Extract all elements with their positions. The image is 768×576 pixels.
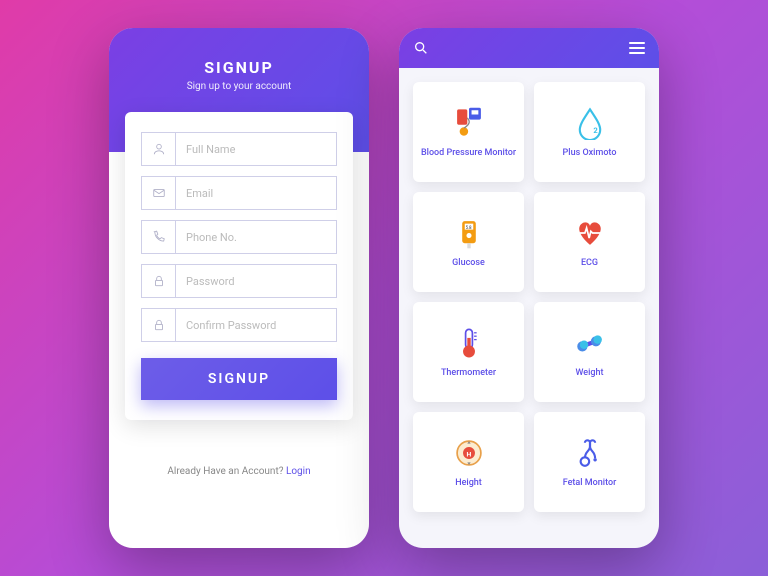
phone-field[interactable] bbox=[141, 220, 337, 254]
top-bar bbox=[399, 28, 659, 68]
lock-icon bbox=[142, 309, 176, 341]
signup-button[interactable]: SIGNUP bbox=[141, 358, 337, 400]
fullname-input[interactable] bbox=[176, 133, 336, 165]
password-input[interactable] bbox=[176, 265, 336, 297]
tile-label: Blood Pressure Monitor bbox=[421, 148, 516, 158]
phone-input[interactable] bbox=[176, 221, 336, 253]
signup-form: SIGNUP bbox=[125, 112, 353, 420]
confirm-password-field[interactable] bbox=[141, 308, 337, 342]
fullname-field[interactable] bbox=[141, 132, 337, 166]
password-field[interactable] bbox=[141, 264, 337, 298]
tile-label: Weight bbox=[575, 368, 603, 378]
glucose-icon: 5.8 bbox=[452, 216, 486, 250]
lock-icon bbox=[142, 265, 176, 297]
tile-ecg[interactable]: ECG bbox=[534, 192, 645, 292]
tile-thermometer[interactable]: Thermometer bbox=[413, 302, 524, 402]
weight-icon bbox=[573, 326, 607, 360]
user-icon bbox=[142, 133, 176, 165]
tile-glucose[interactable]: 5.8 Glucose bbox=[413, 192, 524, 292]
tile-label: Height bbox=[455, 478, 482, 488]
fetal-icon bbox=[573, 436, 607, 470]
signup-title: SIGNUP bbox=[129, 58, 349, 77]
dashboard-screen: Blood Pressure Monitor 2 Plus Oximoto 5.… bbox=[399, 28, 659, 548]
ecg-icon bbox=[573, 216, 607, 250]
email-input[interactable] bbox=[176, 177, 336, 209]
tile-weight[interactable]: Weight bbox=[534, 302, 645, 402]
oxygen-icon: 2 bbox=[573, 106, 607, 140]
thermometer-icon bbox=[452, 326, 486, 360]
svg-text:5.8: 5.8 bbox=[465, 226, 472, 231]
login-link[interactable]: Login bbox=[286, 466, 311, 477]
tile-label: Glucose bbox=[452, 258, 485, 268]
phone-icon bbox=[142, 221, 176, 253]
signup-subtitle: Sign up to your account bbox=[129, 81, 349, 92]
menu-icon[interactable] bbox=[629, 42, 645, 54]
signup-screen: SIGNUP Sign up to your account bbox=[109, 28, 369, 548]
tile-oximoto[interactable]: 2 Plus Oximoto bbox=[534, 82, 645, 182]
tile-grid: Blood Pressure Monitor 2 Plus Oximoto 5.… bbox=[399, 68, 659, 526]
tile-label: ECG bbox=[581, 258, 598, 268]
tile-height[interactable]: H Height bbox=[413, 412, 524, 512]
svg-text:H: H bbox=[466, 450, 471, 458]
login-prompt: Already Have an Account? Login bbox=[109, 450, 369, 493]
search-icon[interactable] bbox=[413, 40, 429, 56]
height-icon: H bbox=[452, 436, 486, 470]
tile-label: Thermometer bbox=[441, 368, 496, 378]
tile-blood-pressure[interactable]: Blood Pressure Monitor bbox=[413, 82, 524, 182]
login-prompt-text: Already Have an Account? bbox=[167, 466, 286, 477]
email-field[interactable] bbox=[141, 176, 337, 210]
mail-icon bbox=[142, 177, 176, 209]
tile-label: Fetal Monitor bbox=[563, 478, 617, 488]
confirm-password-input[interactable] bbox=[176, 309, 336, 341]
tile-label: Plus Oximoto bbox=[563, 148, 617, 158]
bp-monitor-icon bbox=[452, 106, 486, 140]
tile-fetal[interactable]: Fetal Monitor bbox=[534, 412, 645, 512]
svg-text:2: 2 bbox=[593, 126, 598, 135]
